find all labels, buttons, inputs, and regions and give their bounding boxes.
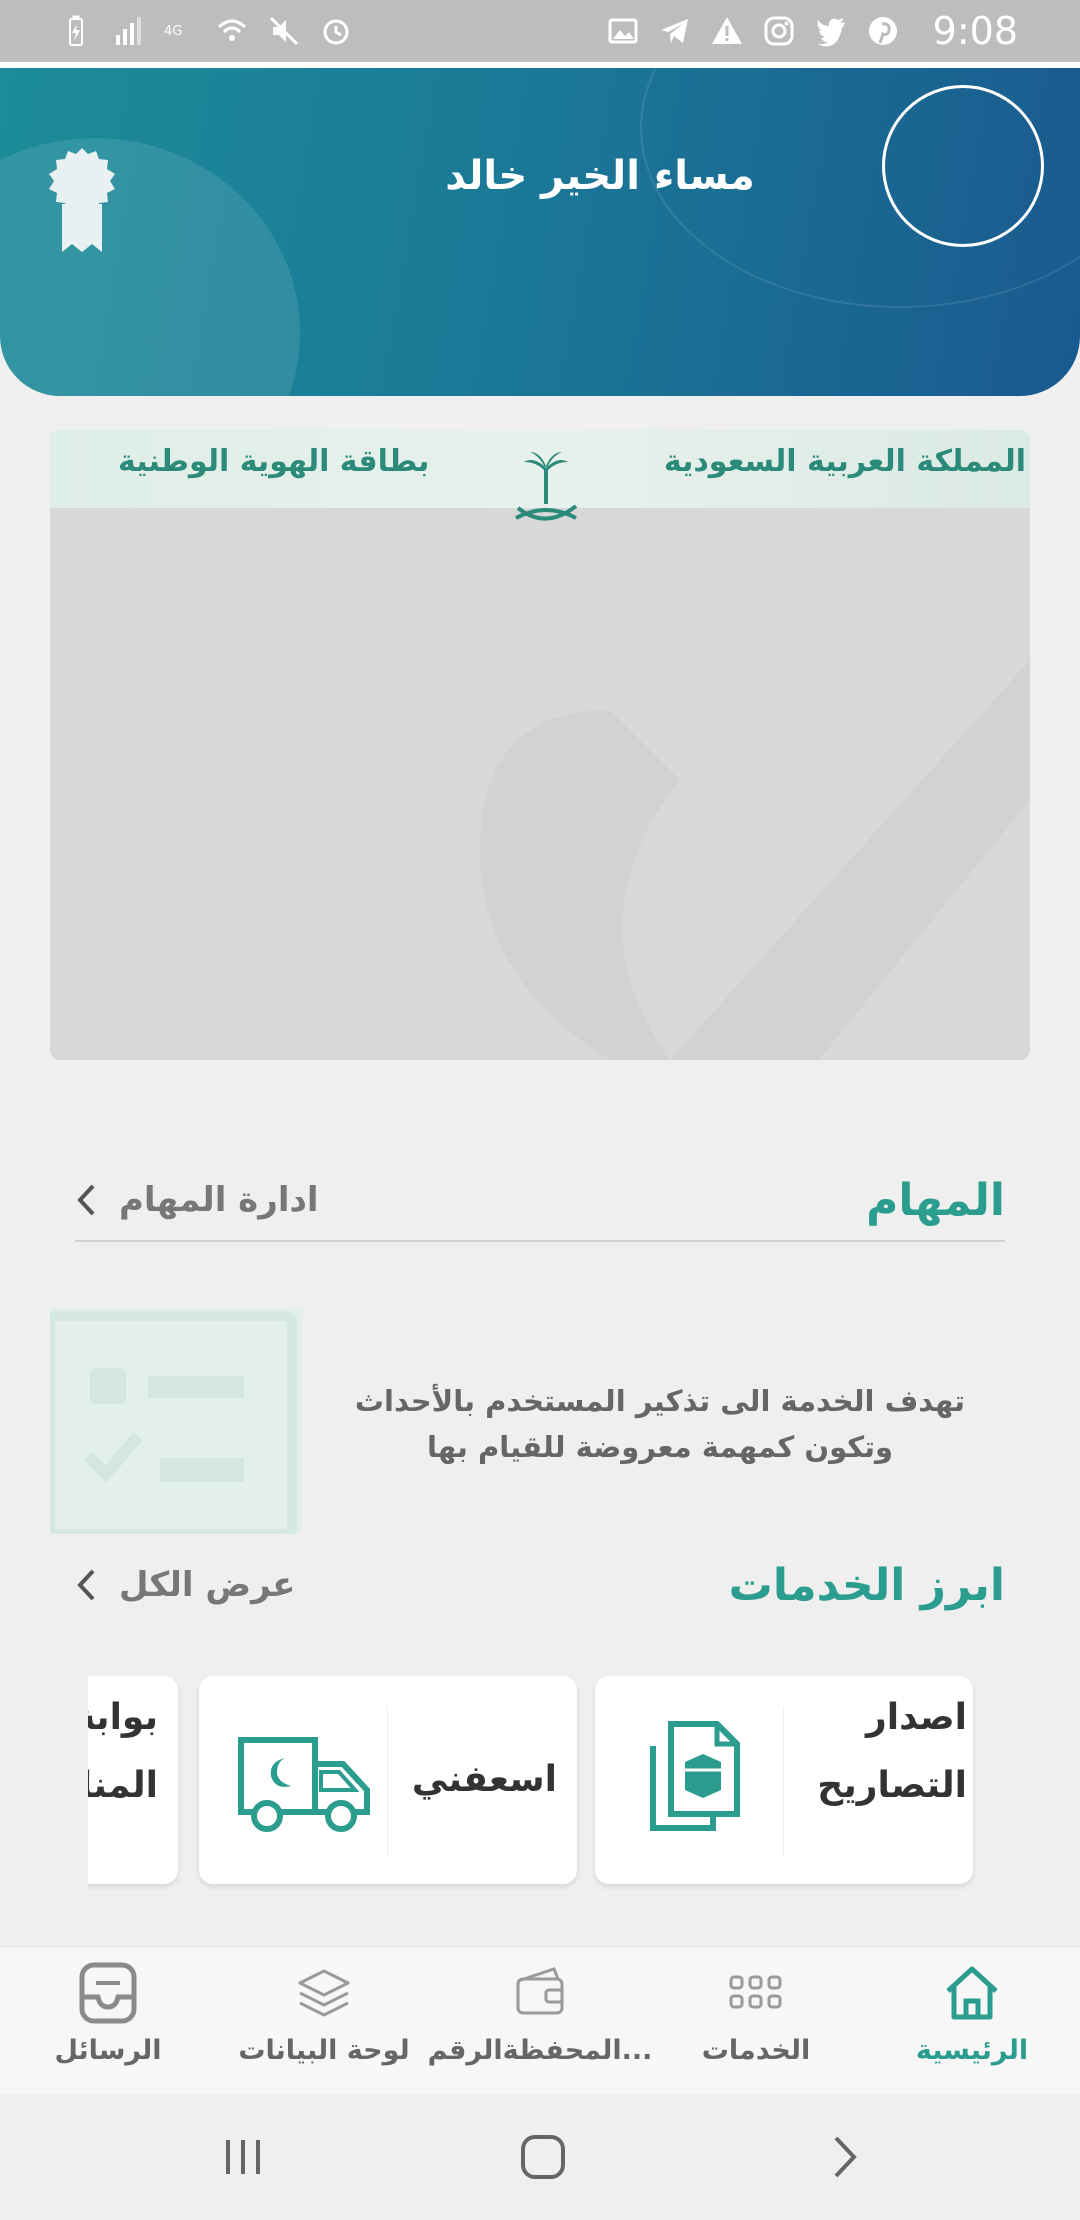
bottom-navigation: الرئيسية الخدمات المحفظةالرقم... لوحة ال… bbox=[0, 1946, 1080, 2094]
status-right-icons: 9:08 bbox=[607, 9, 1018, 53]
nav-label-wallet: المحفظةالرقم... bbox=[427, 2035, 653, 2066]
checklist-icon bbox=[45, 1311, 297, 1539]
alarm-icon bbox=[320, 15, 352, 47]
warning-icon bbox=[711, 15, 743, 47]
id-card-kingdom-text: المملكة العربية السعودية bbox=[663, 444, 1026, 479]
svg-text:4G: 4G bbox=[164, 24, 182, 39]
nav-item-dashboard[interactable]: لوحة البيانات bbox=[216, 1947, 432, 2095]
avatar[interactable] bbox=[882, 85, 1044, 247]
services-title: ابرز الخدمات bbox=[728, 1559, 1005, 1611]
service-label-events-portal: بوابة المناسبات bbox=[88, 1697, 158, 1806]
volte-icon: 4G bbox=[164, 15, 196, 47]
nav-label-messages: الرسائل bbox=[54, 2035, 162, 2066]
id-card-title: بطاقة الهوية الوطنية bbox=[118, 444, 430, 479]
services-carousel[interactable]: اصدار التصاريح اسعفني بوابة المناسبات bbox=[88, 1676, 988, 1890]
nav-label-dashboard: لوحة البيانات bbox=[238, 2035, 410, 2066]
service-card-separator bbox=[387, 1706, 388, 1856]
mute-icon bbox=[268, 15, 300, 47]
service-card-permits[interactable]: اصدار التصاريح bbox=[595, 1676, 973, 1884]
header-banner: مساء الخير خالد bbox=[0, 68, 1080, 396]
layers-icon bbox=[298, 1969, 350, 2017]
chevron-left-icon bbox=[77, 1569, 95, 1601]
home-button-icon[interactable] bbox=[518, 2132, 568, 2182]
nav-item-wallet[interactable]: المحفظةالرقم... bbox=[428, 1947, 652, 2095]
instagram-icon bbox=[763, 15, 795, 47]
services-section-header: عرض الكل ابرز الخدمات bbox=[75, 1550, 1005, 1620]
task-illustration bbox=[45, 1308, 302, 1539]
system-navigation-bar bbox=[0, 2094, 1080, 2220]
service-card-events-portal[interactable]: بوابة المناسبات bbox=[88, 1676, 178, 1884]
wifi-icon bbox=[216, 15, 248, 47]
manage-tasks-link[interactable]: ادارة المهام bbox=[75, 1180, 319, 1220]
tasks-divider bbox=[75, 1240, 1005, 1242]
service-label-ambulance: اسعفني bbox=[411, 1759, 557, 1800]
home-icon bbox=[946, 1966, 998, 2020]
nav-item-home[interactable]: الرئيسية bbox=[864, 1947, 1080, 2095]
back-icon[interactable] bbox=[820, 2132, 870, 2182]
signal-bars-icon bbox=[112, 15, 144, 47]
nav-label-services: الخدمات bbox=[701, 2035, 811, 2066]
service-card-separator bbox=[783, 1706, 784, 1856]
wallet-icon bbox=[516, 1967, 564, 2015]
nav-label-home: الرئيسية bbox=[915, 2035, 1029, 2066]
status-bar: 4G 9:08 bbox=[0, 0, 1080, 62]
grid-icon bbox=[729, 1975, 782, 2009]
gallery-icon bbox=[607, 15, 639, 47]
service-label-permits: اصدار التصاريح bbox=[817, 1697, 967, 1806]
tasks-section-header: ادارة المهام المهام bbox=[75, 1165, 1005, 1235]
inbox-icon bbox=[79, 1962, 137, 2024]
service-card-ambulance[interactable]: اسعفني bbox=[199, 1676, 577, 1884]
ambulance-icon bbox=[238, 1737, 370, 1832]
status-left-icons: 4G bbox=[60, 15, 352, 47]
permits-icon bbox=[650, 1721, 740, 1831]
recents-icon[interactable] bbox=[218, 2132, 268, 2182]
manage-tasks-label: ادارة المهام bbox=[119, 1180, 319, 1220]
nav-item-messages[interactable]: الرسائل bbox=[0, 1947, 216, 2095]
status-time: 9:08 bbox=[932, 9, 1018, 53]
national-id-card[interactable]: المملكة العربية السعودية بطاقة الهوية ال… bbox=[50, 430, 1030, 1060]
battery-charging-icon bbox=[60, 15, 92, 47]
view-all-services-link[interactable]: عرض الكل bbox=[75, 1565, 296, 1605]
view-all-label: عرض الكل bbox=[119, 1565, 296, 1605]
chevron-left-icon bbox=[77, 1184, 95, 1216]
saudi-emblem-icon bbox=[515, 452, 578, 521]
tasks-description: تهدف الخدمة الى تذكير المستخدم بالأحداث … bbox=[354, 1384, 966, 1464]
tasks-title: المهام bbox=[866, 1174, 1005, 1226]
pinterest-icon bbox=[867, 15, 899, 47]
id-card-watermark bbox=[480, 660, 1030, 1060]
nav-item-services[interactable]: الخدمات bbox=[648, 1947, 864, 2095]
twitter-icon bbox=[815, 15, 847, 47]
telegram-icon bbox=[659, 15, 691, 47]
